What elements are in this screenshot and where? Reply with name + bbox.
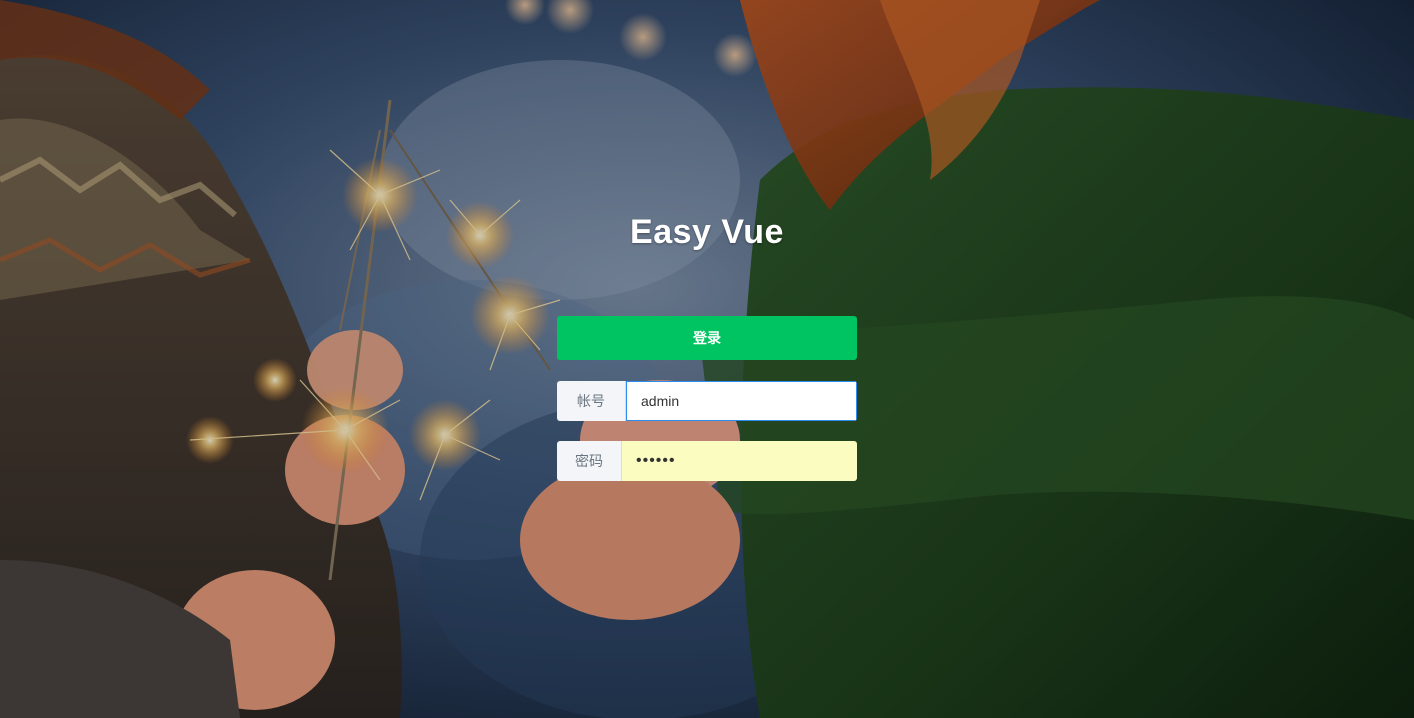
password-label: 密码: [557, 441, 622, 481]
password-input[interactable]: [622, 441, 857, 481]
username-input[interactable]: [626, 381, 857, 421]
app-title: Easy Vue: [630, 213, 784, 251]
password-field: 密码: [557, 441, 857, 481]
username-field: 帐号: [557, 381, 857, 421]
username-label: 帐号: [557, 381, 626, 421]
login-button[interactable]: 登录: [557, 316, 857, 360]
